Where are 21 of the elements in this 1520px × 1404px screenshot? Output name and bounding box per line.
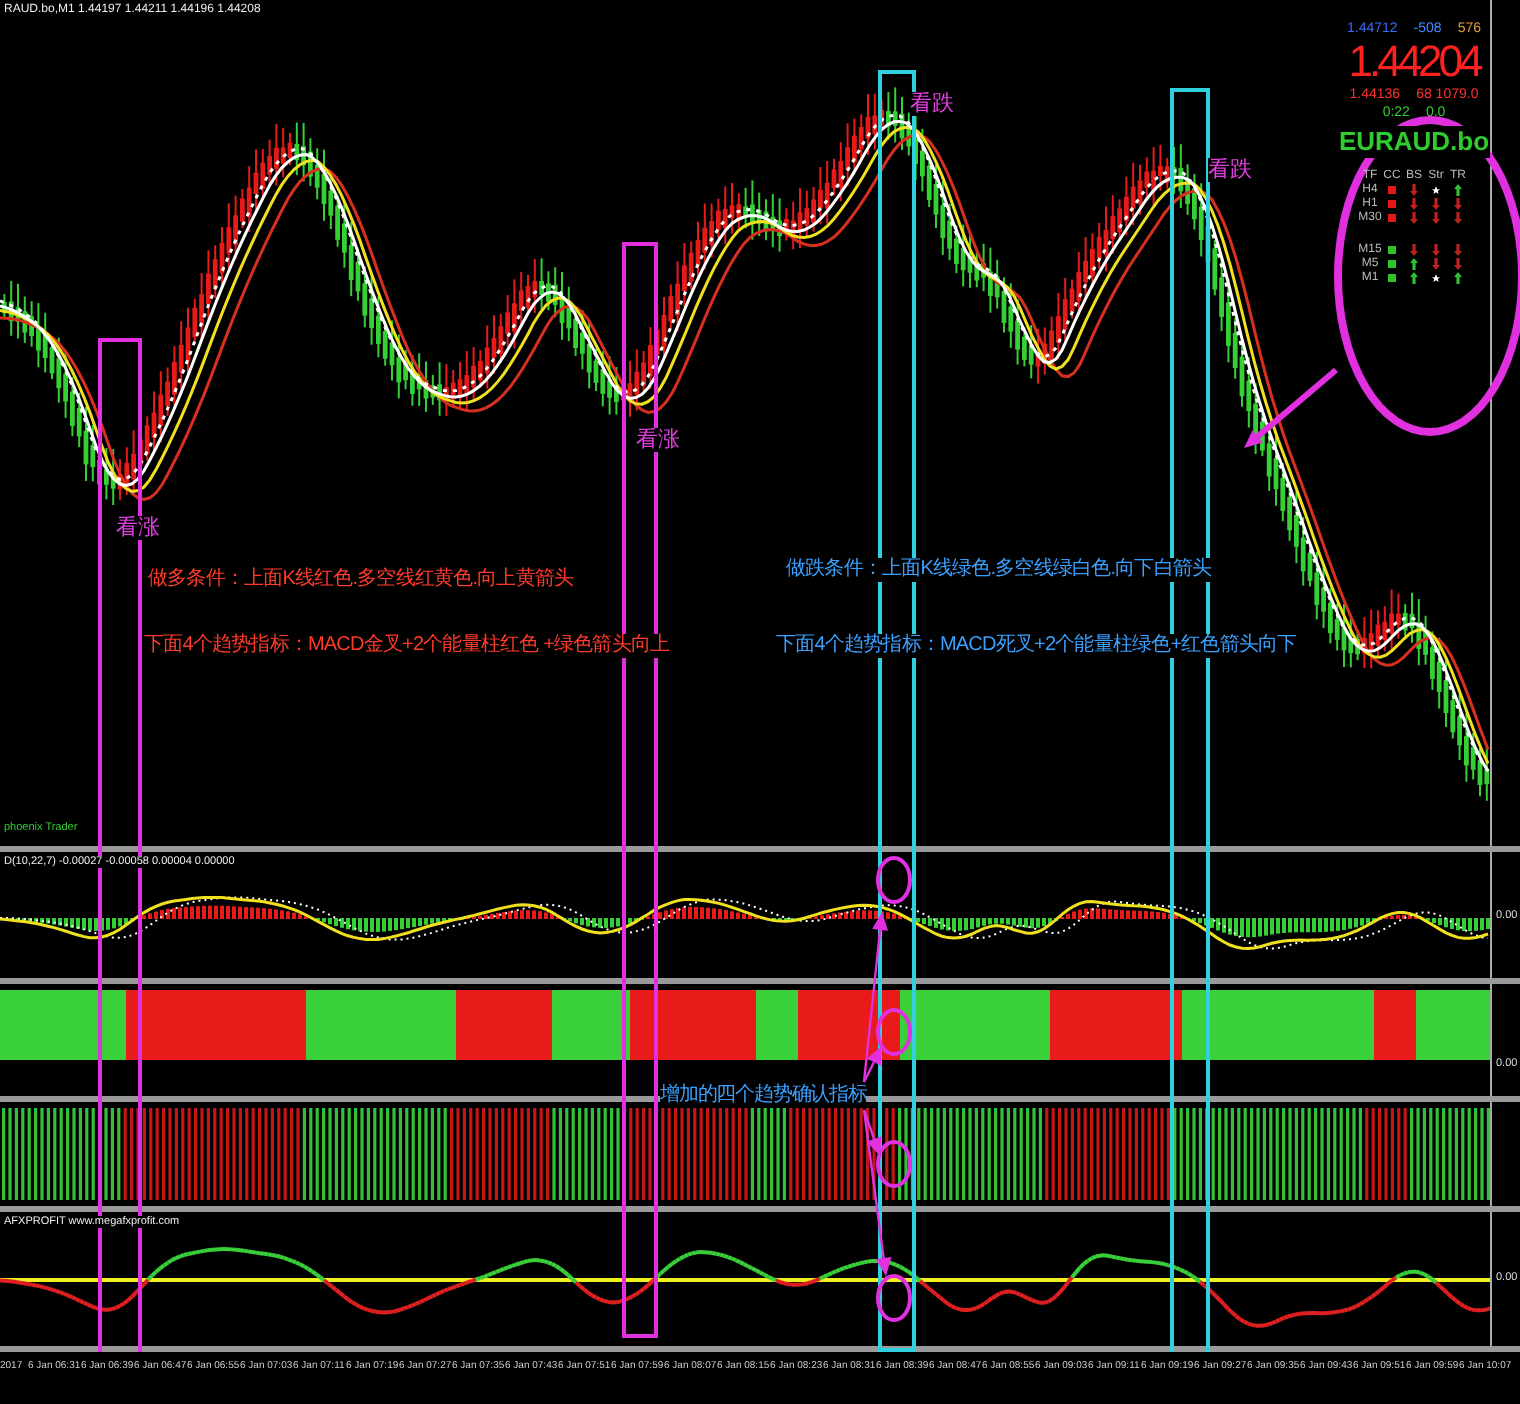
annotation-text: 做跌条件：上面K线绿色.多空线绿白色.向下白箭头 xyxy=(786,558,1212,582)
highlight-circle xyxy=(876,1274,912,1322)
star-icon xyxy=(1432,272,1440,284)
highlight-circle xyxy=(876,856,912,904)
pointer-arrow xyxy=(1244,367,1338,448)
signal-label: 看涨 xyxy=(636,428,680,452)
signal-label: 看涨 xyxy=(116,516,160,540)
current-price: 1.44204 xyxy=(1348,38,1480,86)
highlight-circle xyxy=(876,1008,912,1056)
annotation-text: 下面4个趋势指标：MACD死叉+2个能量柱绿色+红色箭头向下 xyxy=(776,634,1297,658)
symbol-name: EURAUD.bo xyxy=(1338,126,1490,158)
signal-label: 看跌 xyxy=(910,92,954,116)
signal-label: 看跌 xyxy=(1208,158,1252,182)
annotation-text: 增加的四个趋势确认指标 xyxy=(660,1084,867,1108)
highlight-circle xyxy=(876,1140,912,1188)
arrow-down-icon xyxy=(1410,244,1418,256)
arrow-up-icon xyxy=(1454,272,1462,284)
annotation-text: 做多条件：上面K线红色.多空线红黄色.向上黄箭头 xyxy=(148,568,574,592)
annotation-text: 下面4个趋势指标：MACD金叉+2个能量柱红色 +绿色箭头向上 xyxy=(144,634,670,658)
arrow-up-icon xyxy=(1454,184,1462,196)
star-icon xyxy=(1432,184,1440,196)
